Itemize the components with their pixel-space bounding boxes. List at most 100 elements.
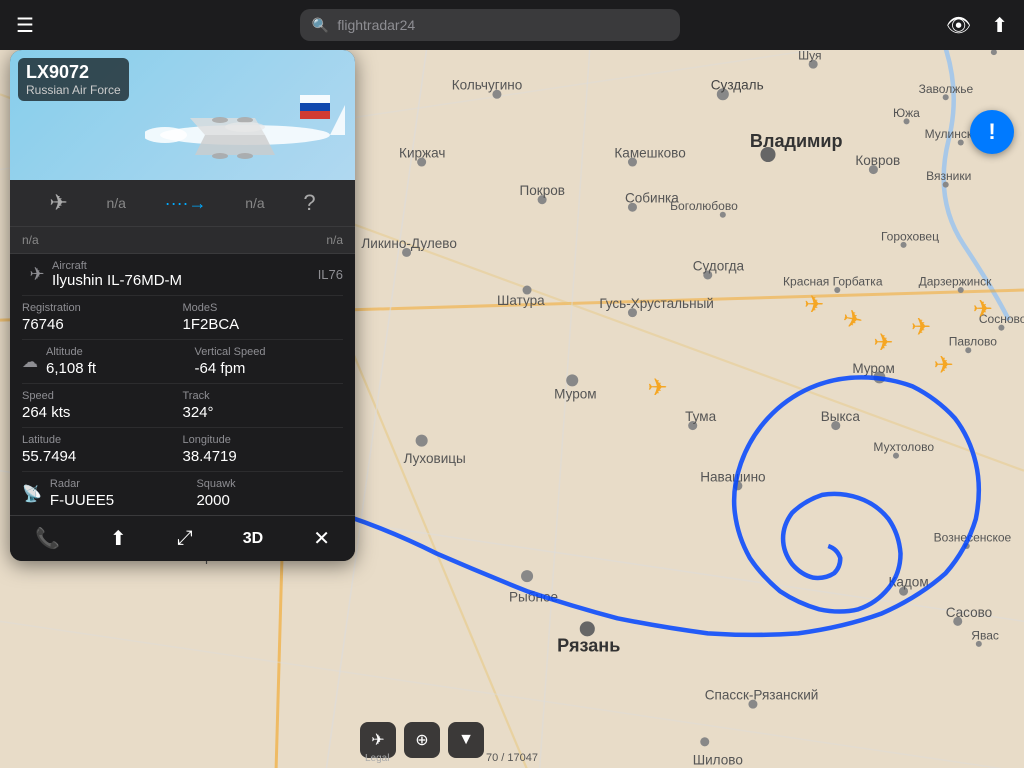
svg-text:Чкаловск: Чкаловск xyxy=(968,50,1020,51)
longitude-value: 38.4719 xyxy=(183,448,344,465)
svg-text:Покров: Покров xyxy=(520,183,565,198)
expand-button[interactable]: ⤢ xyxy=(177,527,193,550)
svg-text:Южа: Южа xyxy=(893,106,920,120)
topbar: ☰ 🔍 flightradar24 👁 ⬆ xyxy=(0,0,1024,50)
svg-text:Суздаль: Суздаль xyxy=(711,78,764,93)
track-cell: Track 324° xyxy=(183,390,344,421)
status-left: n/a xyxy=(22,233,39,247)
radar-label: Radar xyxy=(50,478,197,490)
aircraft-header: LX9072 Russian Air Force xyxy=(10,50,355,180)
modes-cell: ModeS 1F2BCA xyxy=(183,302,344,333)
plane-icon: ✈ xyxy=(29,264,44,285)
phone-button[interactable]: 📞 xyxy=(35,526,60,551)
latitude-label: Latitude xyxy=(22,434,183,446)
svg-text:Гороховец: Гороховец xyxy=(881,229,939,243)
longitude-cell: Longitude 38.4719 xyxy=(183,434,344,465)
svg-text:✈: ✈ xyxy=(873,329,893,356)
svg-text:Рязань: Рязань xyxy=(557,635,620,655)
svg-text:Вязники: Вязники xyxy=(926,169,971,183)
svg-text:Спасск-Рязанский: Спасск-Рязанский xyxy=(705,688,819,703)
latitude-value: 55.7494 xyxy=(22,448,183,465)
svg-text:Судогда: Судогда xyxy=(693,258,745,273)
radar-value: F-UUEE5 xyxy=(50,492,197,509)
radar-icon: 📡 xyxy=(22,484,42,504)
registration-label: Registration xyxy=(22,302,183,314)
aircraft-type-row: ✈ Aircraft Ilyushin IL-76MD-M IL76 xyxy=(22,254,343,296)
svg-text:Шуя: Шуя xyxy=(798,50,821,63)
svg-text:Шатура: Шатура xyxy=(497,293,545,308)
svg-text:✈: ✈ xyxy=(973,296,993,323)
search-text: flightradar24 xyxy=(337,17,415,33)
data-rows: ✈ Aircraft Ilyushin IL-76MD-M IL76 Regis… xyxy=(10,254,355,515)
binoculars-button[interactable]: 👁 xyxy=(946,13,971,38)
svg-text:Мухтолово: Мухтолово xyxy=(873,440,934,454)
aircraft-type-value: Ilyushin IL-76MD-M xyxy=(52,272,318,289)
svg-text:Ликино-Дулево: Ликино-Дулево xyxy=(361,236,456,251)
latitude-cell: Latitude 55.7494 xyxy=(22,434,183,465)
aircraft-type-label: Aircraft xyxy=(52,260,318,272)
alert-icon: ! xyxy=(988,119,995,145)
track-value: 324° xyxy=(183,404,344,421)
bottom-toolbar: 📞 ⬆ ⤢ 3D ✕ xyxy=(10,515,355,561)
radar-row: 📡 Radar F-UUEE5 Squawk 2000 xyxy=(22,472,343,515)
flight-id-box: LX9072 Russian Air Force xyxy=(18,58,129,101)
squawk-label: Squawk xyxy=(196,478,343,490)
route-arrow: ····→ xyxy=(165,193,207,214)
vspeed-cell: Vertical Speed -64 fpm xyxy=(195,346,344,377)
radar-cell: Radar F-UUEE5 xyxy=(50,478,197,509)
svg-text:Выкса: Выкса xyxy=(821,409,861,424)
close-icon: ✕ xyxy=(313,526,330,551)
speed-cell: Speed 264 kts xyxy=(22,390,183,421)
registration-value: 76746 xyxy=(22,316,183,333)
phone-icon: 📞 xyxy=(35,526,60,551)
right-icons: 👁 ⬆ xyxy=(946,13,1008,38)
svg-text:✈: ✈ xyxy=(911,314,931,341)
registration-cell: Registration 76746 xyxy=(22,302,183,333)
svg-text:Красная Горбатка: Красная Горбатка xyxy=(783,275,883,289)
svg-text:Боголюбово: Боголюбово xyxy=(670,199,738,213)
svg-text:Дарзержинск: Дарзержинск xyxy=(919,275,993,289)
share-icon: ⬆ xyxy=(110,526,127,551)
filter-button[interactable]: ▼ xyxy=(448,722,484,758)
vspeed-value: -64 fpm xyxy=(195,360,344,377)
svg-text:Шилово: Шилово xyxy=(693,752,743,767)
aircraft-silhouette xyxy=(145,90,345,170)
registration-row: Registration 76746 ModeS 1F2BCA xyxy=(22,296,343,340)
svg-text:Сасово: Сасово xyxy=(946,605,993,620)
dest-icon: ? xyxy=(303,190,315,216)
svg-text:Павлово: Павлово xyxy=(949,335,998,349)
share-button[interactable]: ⬆ xyxy=(110,526,127,551)
threed-label: 3D xyxy=(243,530,263,548)
svg-text:Камешково: Камешково xyxy=(614,146,685,161)
svg-text:Навашино: Навашино xyxy=(700,469,765,484)
speed-row: Speed 264 kts Track 324° xyxy=(22,384,343,428)
coords-row: Latitude 55.7494 Longitude 38.4719 xyxy=(22,428,343,472)
cloud-icon: ☁ xyxy=(22,352,38,372)
menu-button[interactable]: ☰ xyxy=(16,13,34,38)
svg-text:Ковров: Ковров xyxy=(855,153,900,168)
squawk-cell: Squawk 2000 xyxy=(196,478,343,509)
alert-button[interactable]: ! xyxy=(970,110,1014,154)
close-button[interactable]: ✕ xyxy=(313,526,330,551)
threed-button[interactable]: 3D xyxy=(243,530,263,548)
modes-value: 1F2BCA xyxy=(183,316,344,333)
svg-text:Муром: Муром xyxy=(852,361,894,376)
altitude-cell: Altitude 6,108 ft xyxy=(46,346,195,377)
vspeed-label: Vertical Speed xyxy=(195,346,344,358)
search-bar[interactable]: 🔍 flightradar24 xyxy=(300,9,680,41)
map-counter: 70 / 17047 xyxy=(486,752,538,764)
squawk-value: 2000 xyxy=(196,492,343,509)
legal-text[interactable]: Legal xyxy=(365,753,389,764)
share-button[interactable]: ⬆ xyxy=(991,13,1008,38)
aircraft-icon: ✈ xyxy=(49,190,67,216)
aircraft-type-code: IL76 xyxy=(318,267,343,282)
svg-text:Киржач: Киржач xyxy=(399,146,445,161)
svg-text:Явас: Явас xyxy=(971,628,999,642)
svg-text:Заволжье: Заволжье xyxy=(919,82,974,96)
expand-icon: ⤢ xyxy=(177,527,193,550)
svg-text:Тума: Тума xyxy=(685,409,716,424)
crosshair-button[interactable]: ⊕ xyxy=(404,722,440,758)
svg-text:Муром: Муром xyxy=(554,386,596,401)
altitude-row: ☁ Altitude 6,108 ft Vertical Speed -64 f… xyxy=(22,340,343,384)
svg-text:✈: ✈ xyxy=(934,352,954,379)
